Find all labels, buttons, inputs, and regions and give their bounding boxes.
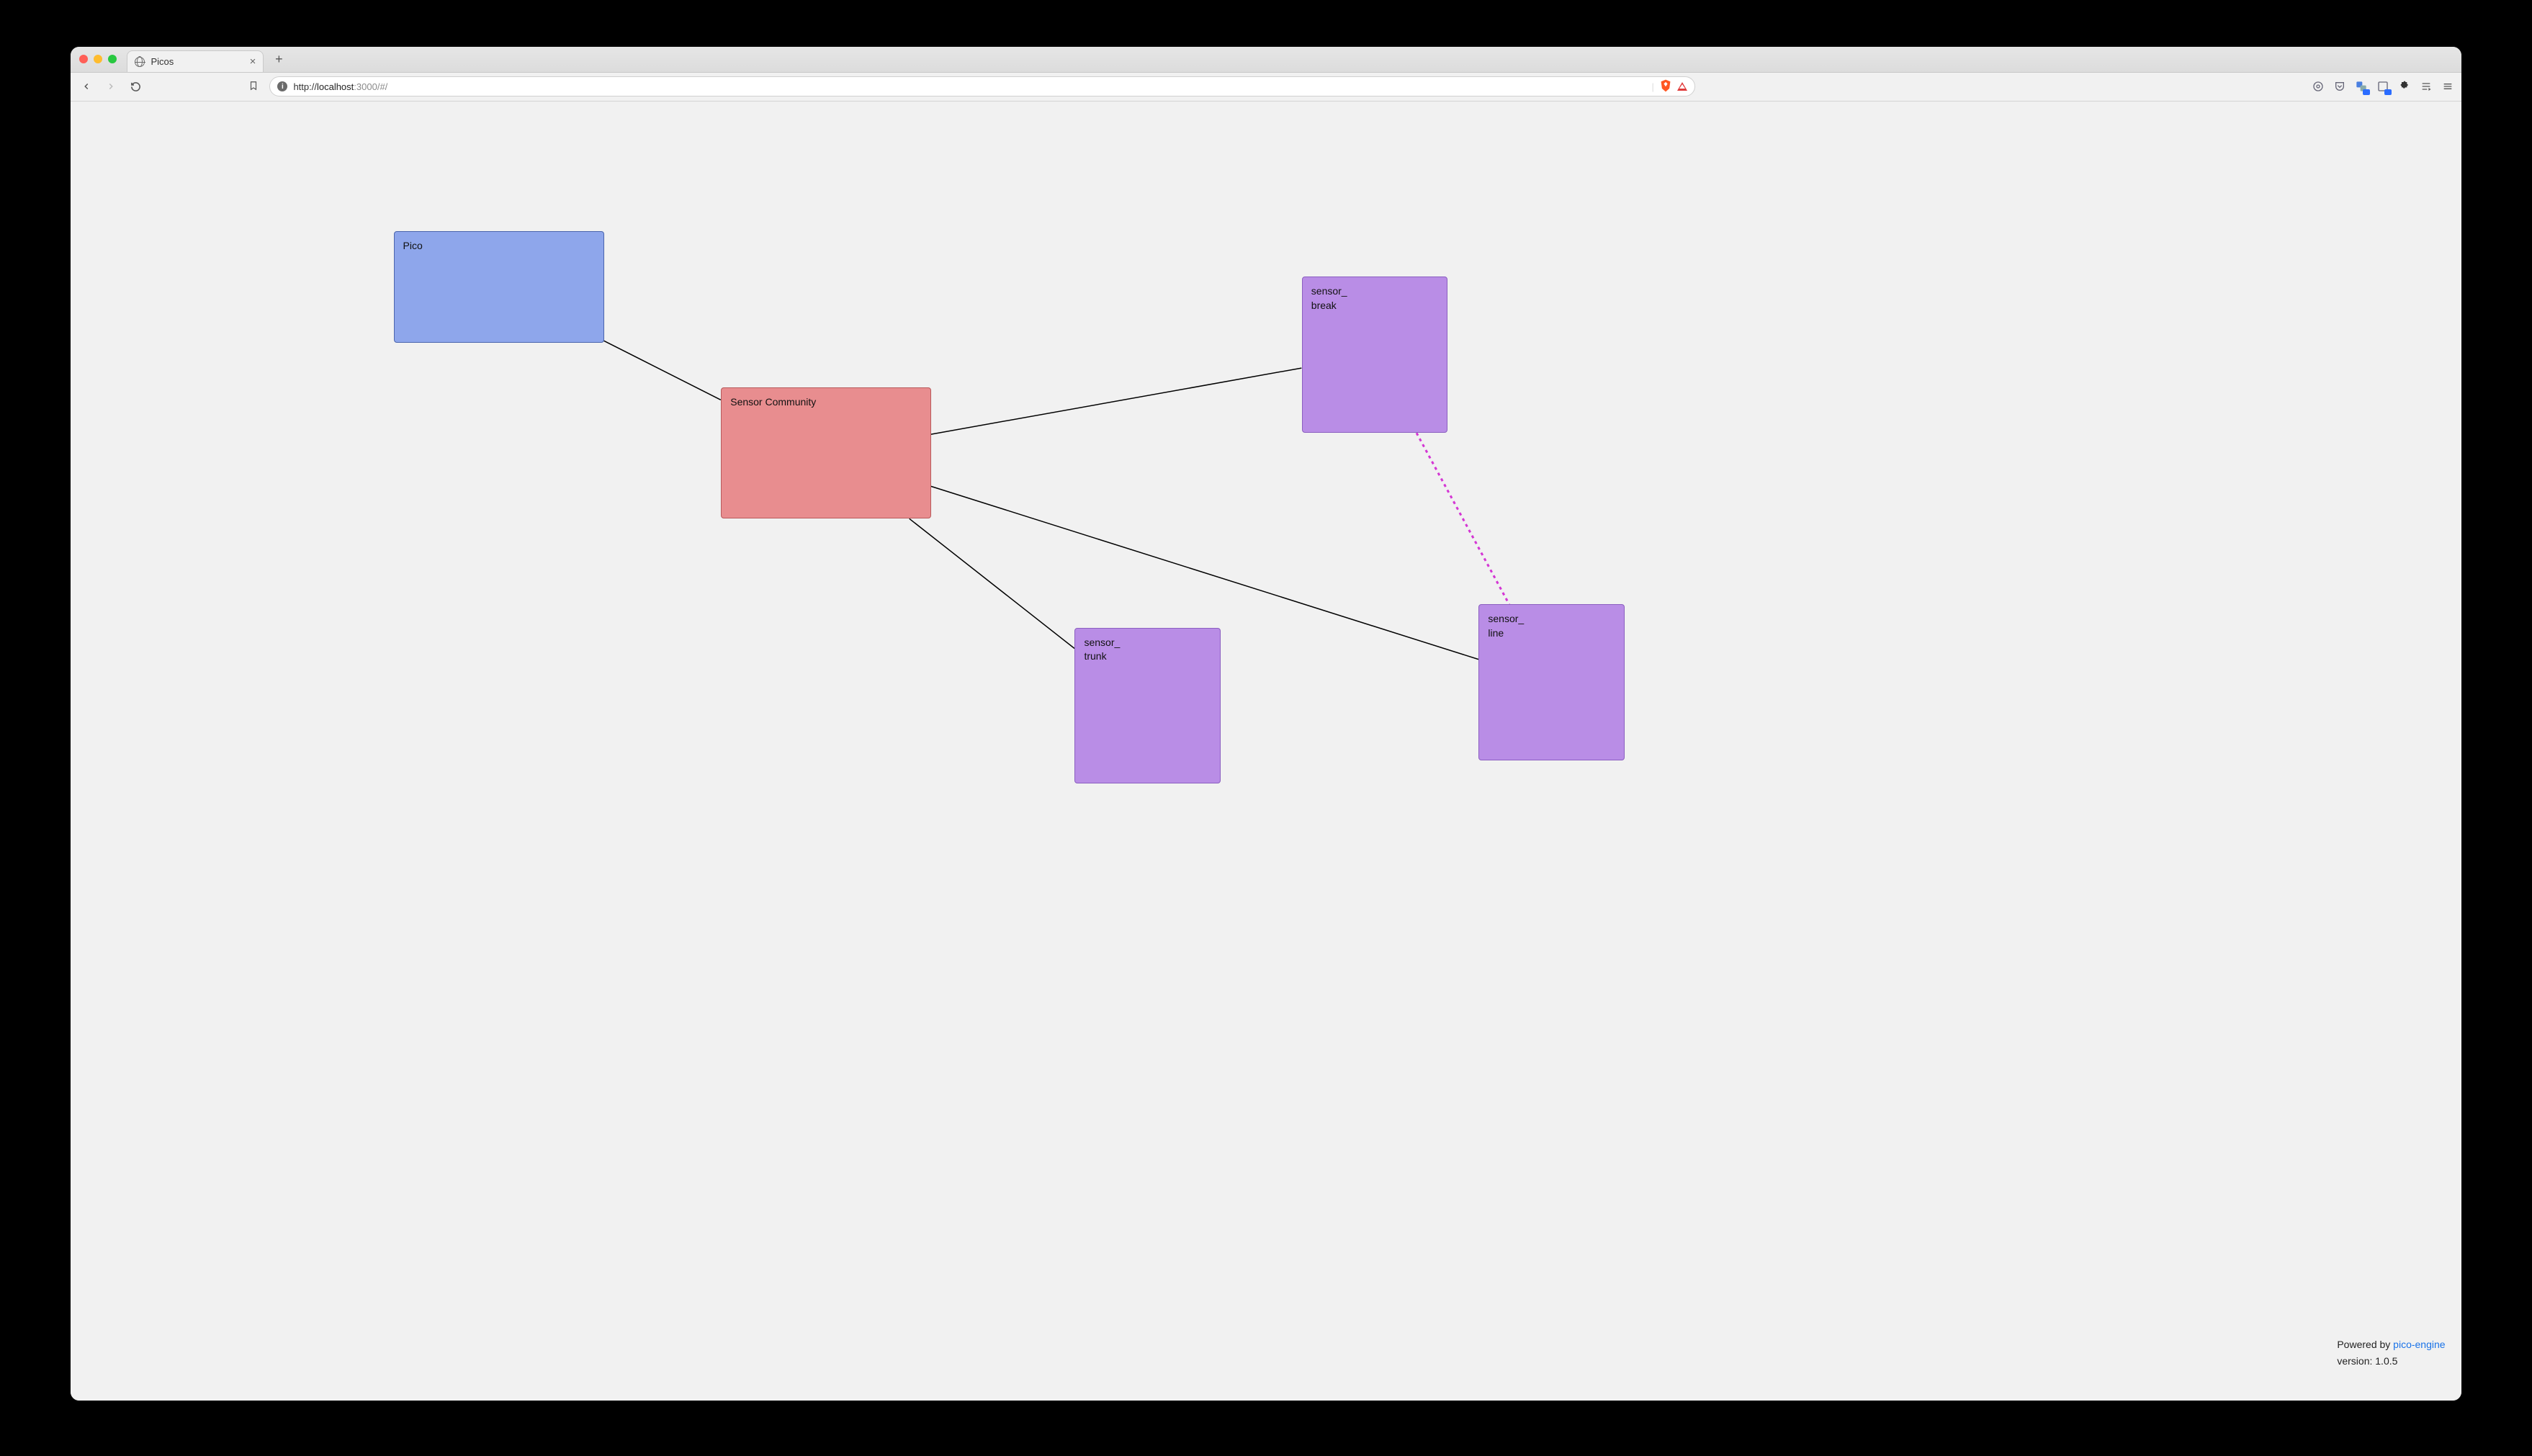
toolbar: i http://localhost:3000/#/ | bbox=[71, 73, 2461, 102]
brave-shields-icon[interactable] bbox=[1660, 79, 1671, 94]
browser-window: Picos × + i http://localhost:3000/#/ | bbox=[71, 47, 2461, 1401]
edge-comm-break bbox=[931, 368, 1301, 434]
minimize-window-icon[interactable] bbox=[94, 55, 102, 63]
site-info-icon[interactable]: i bbox=[277, 81, 287, 91]
extension-badge-icon[interactable] bbox=[2376, 80, 2389, 93]
forward-button[interactable] bbox=[102, 78, 120, 95]
extensions-puzzle-icon[interactable] bbox=[2398, 80, 2411, 93]
translate-icon[interactable] bbox=[2355, 80, 2368, 93]
node-pico[interactable]: Pico bbox=[394, 231, 604, 343]
menu-icon[interactable] bbox=[2441, 80, 2454, 93]
brave-rewards-icon[interactable] bbox=[1677, 82, 1687, 91]
close-tab-icon[interactable]: × bbox=[250, 56, 256, 67]
pocket-icon[interactable] bbox=[2333, 80, 2346, 93]
node-comm[interactable]: Sensor Community bbox=[721, 387, 931, 518]
maximize-window-icon[interactable] bbox=[108, 55, 117, 63]
extension-icon[interactable] bbox=[2312, 80, 2325, 93]
tab-title: Picos bbox=[151, 56, 174, 67]
edge-break-line bbox=[1417, 433, 1510, 604]
url-text: http://localhost:3000/#/ bbox=[293, 81, 387, 92]
titlebar: Picos × + bbox=[71, 47, 2461, 73]
close-window-icon[interactable] bbox=[79, 55, 88, 63]
pico-engine-link[interactable]: pico-engine bbox=[2393, 1339, 2445, 1350]
address-bar[interactable]: i http://localhost:3000/#/ | bbox=[269, 76, 1694, 96]
node-line[interactable]: sensor_ line bbox=[1478, 604, 1624, 760]
separator: | bbox=[1652, 81, 1654, 92]
window-controls bbox=[79, 55, 117, 63]
version-label: version: bbox=[2337, 1355, 2375, 1367]
reading-list-icon[interactable] bbox=[2420, 80, 2433, 93]
browser-tab[interactable]: Picos × bbox=[127, 50, 264, 72]
bookmark-icon[interactable] bbox=[245, 81, 262, 93]
extensions-area bbox=[2312, 80, 2454, 93]
new-tab-button[interactable]: + bbox=[269, 50, 288, 68]
footer-credit: Powered by pico-engine version: 1.0.5 bbox=[2337, 1336, 2445, 1369]
node-trunk[interactable]: sensor_ trunk bbox=[1074, 628, 1220, 784]
edge-pico-comm bbox=[604, 341, 722, 400]
canvas[interactable]: Powered by pico-engine version: 1.0.5 Pi… bbox=[71, 102, 2461, 1401]
powered-by-label: Powered by bbox=[2337, 1339, 2393, 1350]
edge-comm-trunk bbox=[910, 518, 1074, 648]
node-break[interactable]: sensor_ break bbox=[1302, 277, 1447, 433]
back-button[interactable] bbox=[78, 78, 95, 95]
version-value: 1.0.5 bbox=[2375, 1355, 2397, 1367]
globe-icon bbox=[135, 57, 145, 67]
reload-button[interactable] bbox=[127, 78, 144, 95]
